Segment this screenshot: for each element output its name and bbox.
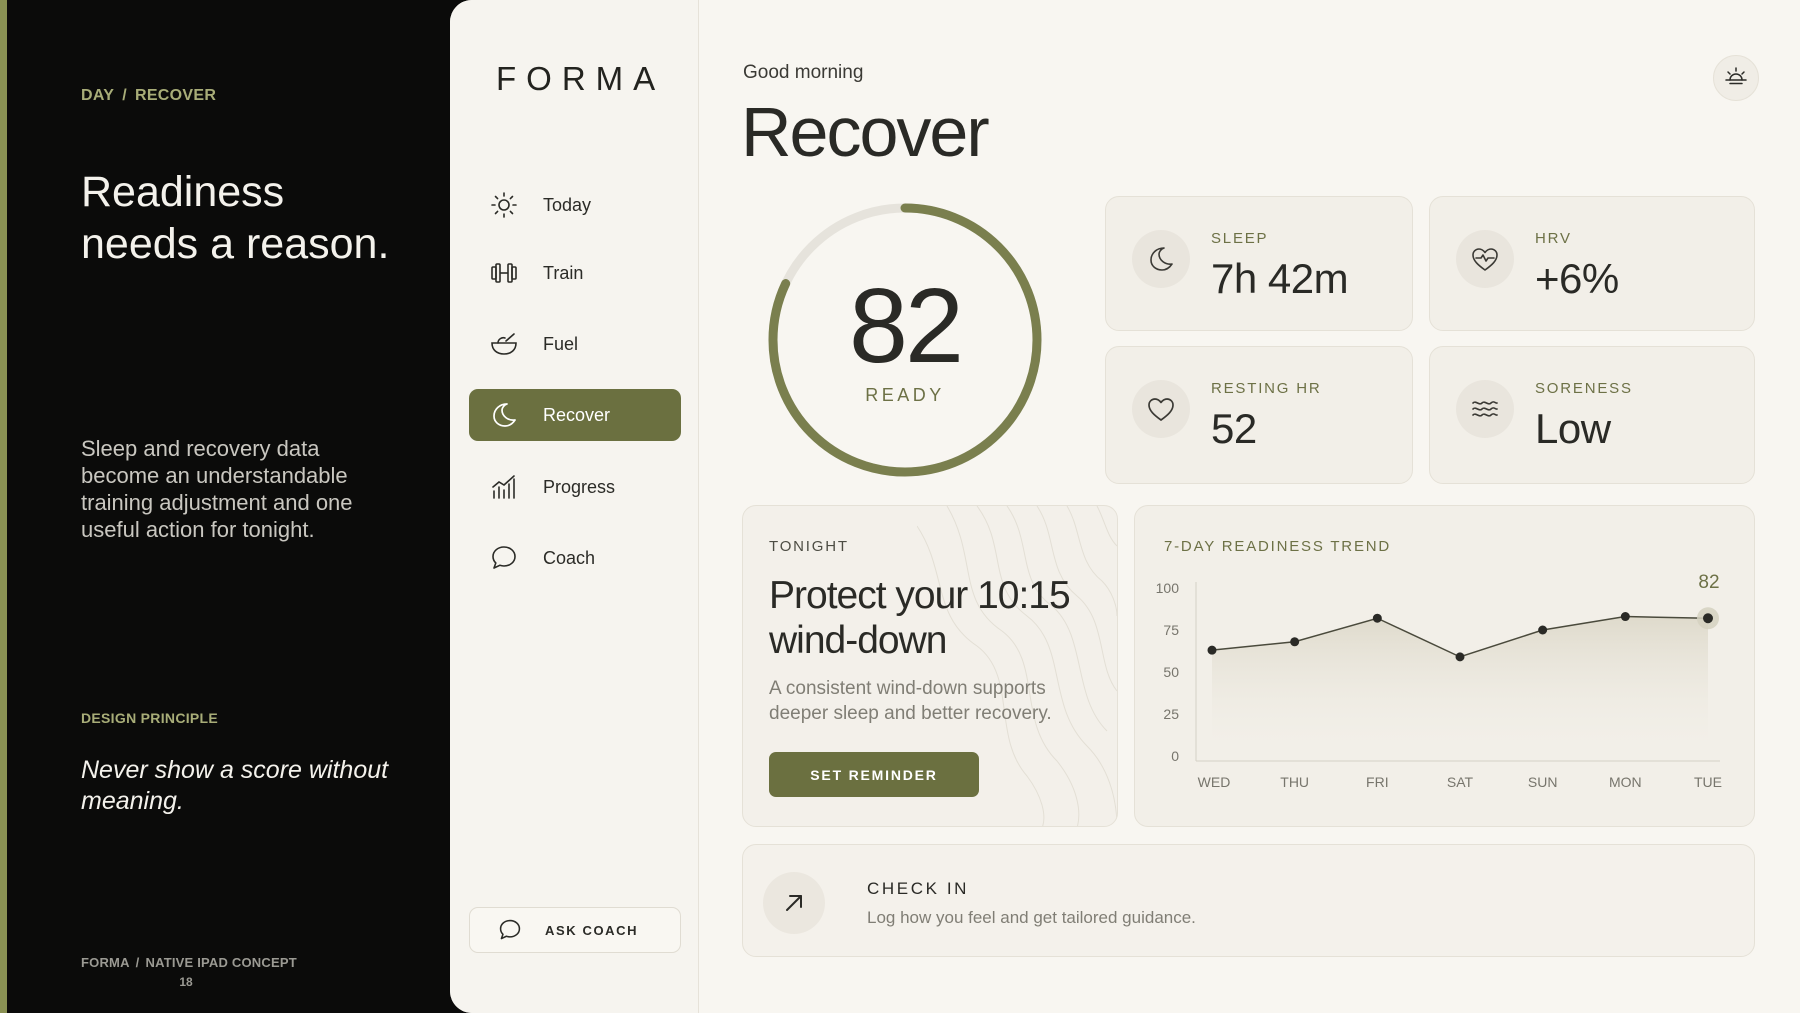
chat-bubble-icon bbox=[489, 543, 519, 573]
sidebar-item-label: Fuel bbox=[543, 333, 579, 354]
trend-chart: 0 25 50 75 100 WED THU FRI SAT SUN MON TUE 82 bbox=[1156, 572, 1722, 790]
dumbbell-icon bbox=[489, 258, 519, 288]
sidebar-item-progress[interactable]: Progress bbox=[469, 461, 681, 513]
y-tick-label: 25 bbox=[1163, 706, 1179, 722]
headline: Readiness needs a reason. bbox=[81, 168, 390, 268]
y-tick-label: 100 bbox=[1156, 580, 1180, 596]
bowl-icon bbox=[489, 329, 519, 359]
sidebar-item-coach[interactable]: Coach bbox=[469, 532, 681, 584]
x-tick-label: MON bbox=[1609, 774, 1642, 790]
presentation-panel: DAY / RECOVER Readiness needs a reason. Sl… bbox=[7, 0, 450, 1013]
accent-strip bbox=[0, 0, 7, 1013]
sidebar-item-label: Coach bbox=[543, 547, 596, 568]
sidebar-item-label: Recover bbox=[543, 404, 611, 425]
soreness-card[interactable]: SORENESS Low bbox=[1429, 346, 1755, 484]
set-reminder-button[interactable]: SET REMINDER bbox=[769, 752, 979, 797]
greeting: Good morning bbox=[743, 62, 864, 83]
sidebar-item-label: Progress bbox=[543, 476, 616, 497]
moon-icon bbox=[1132, 230, 1190, 288]
chat-bubble-icon bbox=[497, 917, 523, 943]
tonight-title: Protect your 10:15 wind-down bbox=[769, 574, 1071, 662]
readiness-ring: 82 READY bbox=[760, 195, 1050, 485]
x-tick-label: THU bbox=[1280, 774, 1309, 790]
sunrise-icon bbox=[1723, 64, 1749, 93]
heart-icon bbox=[1132, 380, 1190, 438]
x-tick-label: TUE bbox=[1694, 774, 1722, 790]
sidebar-item-label: Today bbox=[543, 194, 592, 215]
bar-chart-icon bbox=[489, 472, 519, 502]
waves-icon bbox=[1456, 380, 1514, 438]
check-in-card[interactable]: CHECK IN Log how you feel and get tailor… bbox=[742, 844, 1755, 957]
principle-label: DESIGN PRINCIPLE bbox=[81, 710, 219, 726]
readiness-score: 82 bbox=[849, 267, 964, 385]
check-in-body: Log how you feel and get tailored guidan… bbox=[867, 908, 1196, 927]
sidebar-item-train[interactable]: Train bbox=[469, 247, 681, 299]
trend-point bbox=[1620, 612, 1630, 622]
x-tick-label: WED bbox=[1198, 774, 1231, 790]
sleep-card[interactable]: SLEEP 7h 42m bbox=[1105, 196, 1413, 331]
design-principle: Never show a score without meaning. bbox=[81, 756, 389, 815]
footer-separator: / bbox=[135, 955, 140, 970]
sidebar-item-fuel[interactable]: Fuel bbox=[469, 318, 681, 370]
tonight-label: TONIGHT bbox=[769, 538, 849, 555]
app-window: FORMA Today Train Fuel Recover Progress … bbox=[450, 0, 1800, 1013]
brand-logo: FORMA bbox=[496, 60, 666, 97]
trend-area bbox=[1212, 616, 1708, 756]
footer-concept: NATIVE IPAD CONCEPT bbox=[145, 955, 297, 970]
x-tick-label: FRI bbox=[1366, 774, 1389, 790]
breadcrumb: DAY / RECOVER bbox=[81, 87, 216, 105]
trend-point bbox=[1703, 613, 1713, 624]
sun-icon bbox=[489, 190, 519, 220]
trend-point bbox=[1290, 637, 1300, 647]
heart-pulse-icon bbox=[1456, 230, 1514, 288]
footer-note: FORMA / NATIVE IPAD CONCEPT bbox=[81, 955, 297, 970]
trend-point bbox=[1538, 625, 1548, 635]
breadcrumb-separator: / bbox=[122, 87, 127, 104]
soreness-label: SORENESS bbox=[1535, 380, 1633, 397]
trend-point bbox=[1207, 645, 1217, 655]
resting-hr-label: RESTING HR bbox=[1211, 380, 1322, 397]
sidebar-item-label: Train bbox=[543, 262, 584, 283]
resting-hr-card[interactable]: RESTING HR 52 bbox=[1105, 346, 1413, 484]
sidebar-item-today[interactable]: Today bbox=[469, 179, 681, 231]
breadcrumb-day: DAY bbox=[81, 87, 115, 104]
page-number: 18 bbox=[179, 975, 193, 989]
sidebar: FORMA Today Train Fuel Recover Progress … bbox=[450, 0, 699, 1013]
x-tick-label: SAT bbox=[1447, 774, 1474, 790]
tonight-body: A consistent wind-down supports deeper s… bbox=[769, 678, 1052, 724]
readiness-label: READY bbox=[865, 385, 945, 405]
footer-brand: FORMA bbox=[81, 955, 130, 970]
theme-toggle-button[interactable] bbox=[1713, 55, 1759, 101]
resting-hr-value: 52 bbox=[1211, 405, 1257, 452]
hrv-value: +6% bbox=[1535, 255, 1619, 302]
readiness-trend-card: 7-DAY READINESS TREND 0 25 50 75 100 WED THU FR… bbox=[1134, 505, 1755, 827]
soreness-value: Low bbox=[1535, 405, 1611, 452]
hrv-card[interactable]: HRV +6% bbox=[1429, 196, 1755, 331]
ask-coach-button[interactable]: ASK COACH bbox=[469, 907, 681, 953]
x-tick-label: SUN bbox=[1528, 774, 1558, 790]
trend-point bbox=[1372, 613, 1382, 623]
trend-point bbox=[1455, 652, 1465, 662]
y-tick-label: 50 bbox=[1163, 664, 1179, 680]
breadcrumb-recover: RECOVER bbox=[134, 87, 217, 104]
ask-coach-label: ASK COACH bbox=[545, 922, 639, 938]
sleep-value: 7h 42m bbox=[1211, 255, 1349, 302]
page-title: Recover bbox=[741, 93, 990, 171]
hrv-label: HRV bbox=[1535, 230, 1572, 247]
y-tick-label: 0 bbox=[1171, 748, 1179, 764]
arrow-up-right-icon bbox=[763, 872, 825, 934]
y-tick-label: 75 bbox=[1163, 622, 1179, 638]
sleep-label: SLEEP bbox=[1211, 230, 1269, 247]
sidebar-item-recover[interactable]: Recover bbox=[469, 389, 681, 441]
description: Sleep and recovery data become an unders… bbox=[81, 436, 353, 542]
trend-last-value-label: 82 bbox=[1698, 572, 1719, 593]
check-in-title: CHECK IN bbox=[867, 879, 970, 898]
tonight-card: TONIGHT Protect your 10:15 wind-down A c… bbox=[742, 505, 1118, 827]
moon-icon bbox=[489, 400, 519, 430]
